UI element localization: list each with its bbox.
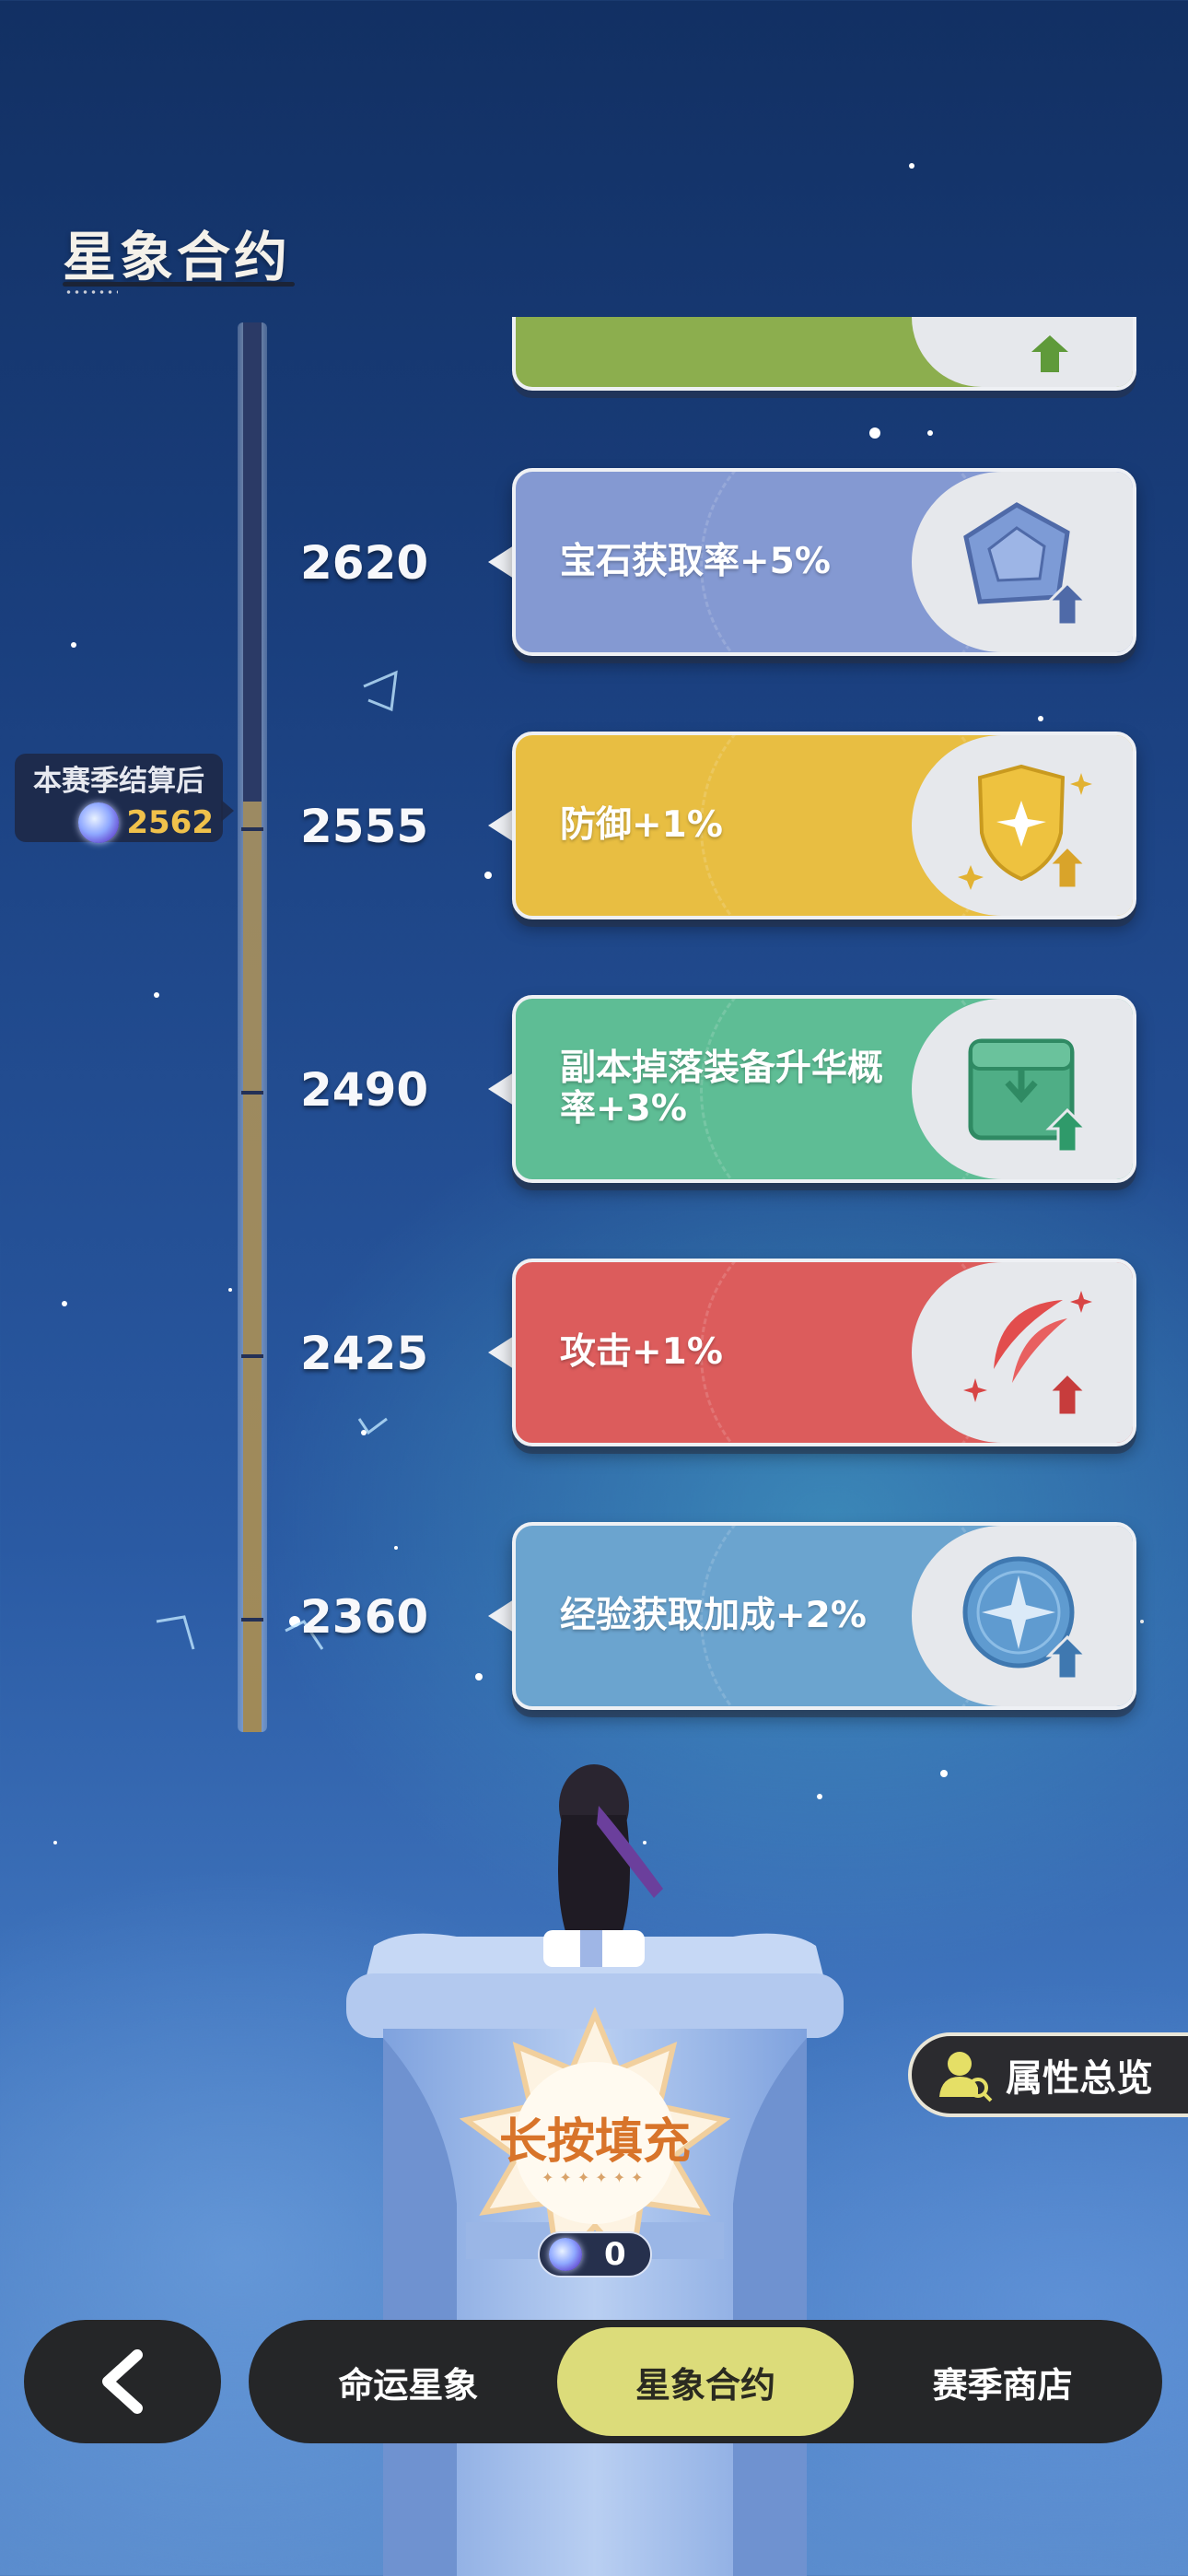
reward-card[interactable]: 宝石获取率+5% — [512, 468, 1136, 656]
page-title: 星象合约 — [63, 226, 292, 288]
reward-card[interactable]: 防御+1% — [512, 732, 1136, 919]
reward-text: 宝石获取率+5% — [560, 541, 831, 582]
slash-upgrade-icon — [963, 1291, 1092, 1417]
reward-icon-panel — [912, 1526, 1133, 1706]
reward-text: 防御+1% — [560, 804, 723, 846]
reward-text: 副本掉落装备升华概率+3% — [560, 1048, 884, 1130]
tab-destiny-stars[interactable]: 命运星象 — [260, 2327, 557, 2436]
title-dots — [64, 290, 118, 294]
track-tick — [241, 1091, 263, 1095]
tab-star-contract[interactable]: 星象合约 — [556, 2327, 855, 2436]
season-marker-value: 2562 — [126, 804, 214, 841]
reward-icon-panel — [912, 317, 1133, 387]
star-gem-icon — [78, 802, 120, 843]
reward-card-partial[interactable] — [512, 317, 1136, 391]
player-character — [543, 1764, 663, 1967]
fill-dots: ✦✦✦✦✦✦ — [542, 2169, 649, 2186]
track-tick — [241, 1354, 263, 1358]
attribute-overview-label: 属性总览 — [1006, 2057, 1153, 2100]
reward-icon-panel — [912, 735, 1133, 916]
card-pointer — [488, 1336, 514, 1369]
gem-upgrade-icon — [963, 502, 1089, 626]
title-underline — [63, 282, 295, 287]
card-pointer — [488, 809, 514, 842]
season-marker-pointer — [221, 800, 234, 822]
reward-card[interactable]: 攻击+1% — [512, 1259, 1136, 1446]
milestone-level: 2360 — [300, 1590, 429, 1644]
star-orb-upgrade-icon — [962, 1556, 1089, 1680]
reward-text: 经验获取加成+2% — [560, 1595, 867, 1636]
card-pointer — [488, 1599, 514, 1633]
tab-season-shop[interactable]: 赛季商店 — [854, 2327, 1151, 2436]
reward-card[interactable]: 副本掉落装备升华概率+3% — [512, 995, 1136, 1183]
milestone-level: 2620 — [300, 536, 429, 590]
milestone-level: 2555 — [300, 800, 429, 853]
milestone-level: 2490 — [300, 1063, 429, 1117]
shield-upgrade-icon — [958, 764, 1092, 890]
reward-icon-panel — [912, 472, 1133, 652]
reward-icon-panel — [912, 1262, 1133, 1443]
attribute-overview-button[interactable]: 属性总览 — [908, 2032, 1188, 2117]
card-pointer — [488, 545, 514, 579]
reward-text: 攻击+1% — [560, 1331, 723, 1373]
person-search-icon — [939, 2052, 993, 2102]
upgrade-arrow-icon — [1031, 335, 1068, 372]
season-marker-label: 本赛季结算后 — [33, 765, 204, 798]
fill-button-label: 长按填充 — [498, 2113, 691, 2170]
chevron-left-icon — [102, 2349, 143, 2414]
reward-icon-panel — [912, 999, 1133, 1179]
track-tick — [241, 1618, 263, 1622]
chest-upgrade-icon — [968, 1038, 1089, 1153]
back-button[interactable] — [24, 2320, 221, 2443]
bottom-nav-bar: 命运星象 星象合约 赛季商店 — [249, 2320, 1162, 2443]
progress-track-fill — [243, 802, 262, 1732]
gem-counter: 0 — [538, 2231, 652, 2277]
gem-counter-value: 0 — [604, 2236, 626, 2273]
card-pointer — [488, 1072, 514, 1106]
season-marker: 本赛季结算后 2562 — [15, 754, 223, 843]
star-gem-icon — [549, 2238, 582, 2271]
milestone-level: 2425 — [300, 1327, 429, 1380]
reward-card[interactable]: 经验获取加成+2% — [512, 1522, 1136, 1710]
track-tick — [241, 827, 263, 831]
